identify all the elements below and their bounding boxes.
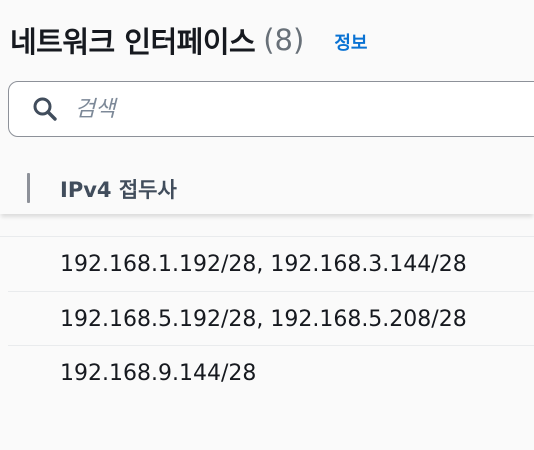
- item-count: (8): [263, 23, 305, 57]
- ipv4-prefix-cell: 192.168.9.144/28: [60, 360, 257, 386]
- column-header-ipv4-prefix[interactable]: IPv4 접두사: [60, 174, 177, 204]
- ipv4-prefix-cell: 192.168.5.192/28, 192.168.5.208/28: [60, 306, 467, 332]
- table-header: IPv4 접두사: [0, 152, 534, 214]
- search-icon: [31, 95, 59, 123]
- page-title: 네트워크 인터페이스: [10, 25, 256, 59]
- table-row: 192.168.1.192/28, 192.168.3.144/28: [8, 237, 534, 291]
- table-row: 192.168.5.192/28, 192.168.5.208/28: [8, 292, 534, 346]
- info-link[interactable]: 정보: [334, 29, 367, 55]
- page-header: 네트워크 인터페이스 (8) 정보: [10, 14, 367, 66]
- network-interfaces-panel: 네트워크 인터페이스 (8) 정보 IPv4 접두사 192.168.1.192…: [0, 0, 534, 450]
- search-input[interactable]: [73, 95, 497, 123]
- search-box[interactable]: [8, 81, 534, 137]
- table-row: 192.168.9.144/28: [8, 346, 534, 400]
- column-divider[interactable]: [27, 173, 30, 203]
- ipv4-prefix-cell: 192.168.1.192/28, 192.168.3.144/28: [60, 251, 467, 277]
